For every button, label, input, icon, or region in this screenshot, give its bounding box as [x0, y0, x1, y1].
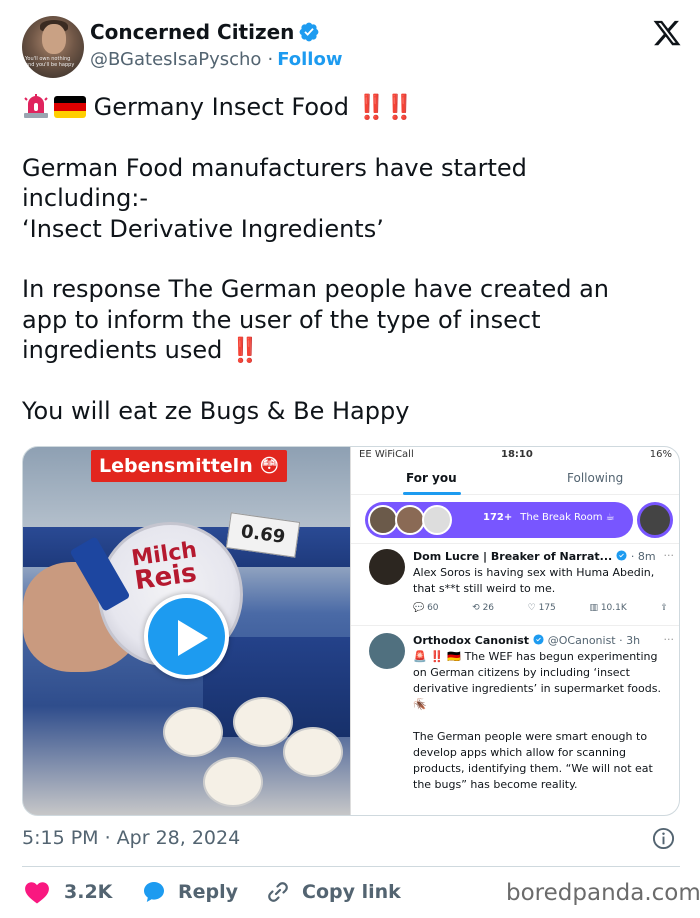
play-button[interactable]	[144, 594, 229, 679]
copy-link-label: Copy link	[302, 881, 401, 903]
post-avatar	[369, 633, 405, 669]
copy-link-button[interactable]: Copy link	[266, 878, 401, 906]
verified-badge-icon	[300, 22, 319, 42]
play-icon	[178, 620, 208, 656]
footer-divider	[22, 866, 680, 867]
tweet-paragraph-2: In response The German people have creat…	[22, 275, 610, 364]
handle-separator: ·	[267, 49, 274, 70]
reply-label: Reply	[178, 881, 239, 903]
siren-icon	[22, 94, 50, 118]
tweet-title-line: Germany Insect Food ‼️‼️	[22, 92, 682, 123]
follow-button[interactable]: Follow	[277, 49, 342, 70]
double-exclamation-marks: ‼️‼️	[356, 93, 415, 121]
tab-following: Following	[567, 471, 624, 485]
avatar-caption: You'll own nothing and you'll be happy	[25, 56, 75, 68]
like-count: 3.2K	[64, 881, 113, 903]
video-caption-label: Lebensmitteln 😳	[91, 450, 288, 482]
info-icon[interactable]	[652, 827, 675, 850]
like-button[interactable]: 3.2K	[24, 878, 112, 906]
video-thumbnail[interactable]: 0.69 Milch Reis Lebensmitteln 😳	[23, 447, 350, 815]
boredpanda-watermark: boredpanda.com	[506, 880, 700, 906]
tab-for-you: For you	[406, 471, 457, 485]
link-icon	[268, 882, 288, 902]
tweet-title: Germany Insect Food	[93, 93, 349, 121]
german-flag-icon	[54, 96, 86, 118]
tweet-media[interactable]: 0.69 Milch Reis Lebensmitteln 😳 EE WiFiC…	[22, 446, 680, 816]
author-handle-row: @BGatesIsaPyscho · Follow	[90, 49, 342, 70]
tweet-text: Germany Insect Food ‼️‼️ German Food man…	[22, 92, 682, 456]
author-avatar[interactable]: You'll own nothing and you'll be happy	[22, 16, 84, 78]
author-handle[interactable]: @BGatesIsaPyscho	[90, 49, 261, 70]
reply-bubble-icon	[144, 882, 164, 902]
heart-icon	[25, 882, 49, 904]
cup-brand: Milch Reis	[129, 537, 199, 597]
phone-screenshot: EE WiFiCall 18:10 16% For you Following …	[350, 447, 679, 815]
post-avatar	[369, 549, 405, 585]
author-display-name[interactable]: Concerned Citizen	[90, 20, 294, 44]
post-actions: 💬 60 ⟲ 26 ♡ 175 ▥ 10.1K ⇪	[413, 603, 668, 613]
phone-tabs: For you Following	[351, 469, 679, 495]
x-logo-icon[interactable]	[652, 18, 682, 48]
phone-status-bar: EE WiFiCall 18:10 16%	[359, 449, 672, 460]
reply-button[interactable]: Reply	[142, 878, 238, 906]
author-name-row: Concerned Citizen	[90, 20, 320, 44]
tweet-paragraph-3: You will eat ze Bugs & Be Happy	[22, 396, 410, 425]
tweet-paragraph-1: German Food manufacturers have started i…	[22, 153, 527, 243]
spaces-bar: 172+ The Break Room ☕	[365, 502, 633, 538]
tweet-timestamp[interactable]: 5:15 PM · Apr 28, 2024	[22, 827, 240, 849]
double-exclamation-mark: ‼️	[230, 336, 260, 364]
tweet-header: You'll own nothing and you'll be happy C…	[22, 16, 682, 78]
